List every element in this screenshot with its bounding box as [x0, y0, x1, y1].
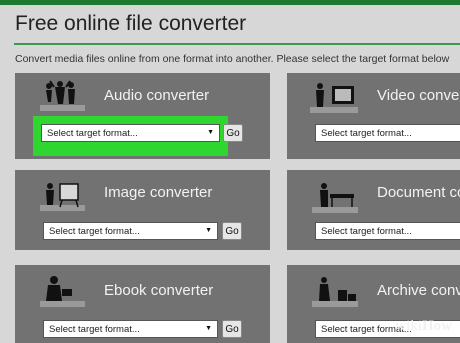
- chevron-down-icon: ▼: [207, 129, 214, 136]
- person-with-boxes-icon: [312, 277, 358, 307]
- person-with-screen-icon: [310, 83, 358, 113]
- title-divider: [14, 43, 460, 45]
- audio-go-button[interactable]: Go: [223, 124, 243, 142]
- image-format-select[interactable]: Select target format... ▼: [43, 222, 218, 240]
- audio-format-value: Select target format...: [47, 127, 138, 139]
- audio-format-select[interactable]: Select target format... ▼: [41, 124, 220, 142]
- person-at-desk-icon: [312, 183, 358, 213]
- video-converter-title: Video conver: [377, 87, 460, 104]
- document-format-value: Select target format...: [321, 225, 412, 237]
- intro-text: Convert media files online from one form…: [15, 53, 450, 65]
- archive-converter-title: Archive conv: [377, 282, 460, 299]
- audio-converter-title: Audio converter: [104, 87, 210, 104]
- person-with-easel-icon: [40, 183, 85, 211]
- person-reading-icon: [40, 276, 85, 307]
- document-converter-title: Document co: [377, 184, 460, 201]
- image-converter-title: Image converter: [104, 184, 213, 201]
- wikihow-watermark: wikiHow: [395, 318, 452, 334]
- chevron-down-icon: ▼: [205, 325, 212, 332]
- video-format-value: Select target format...: [321, 127, 412, 139]
- page-title: Free online file converter: [15, 12, 247, 35]
- image-go-button[interactable]: Go: [222, 222, 242, 240]
- image-format-value: Select target format...: [49, 225, 140, 237]
- document-format-select[interactable]: Select target format...: [315, 222, 460, 240]
- ebook-format-select[interactable]: Select target format... ▼: [43, 320, 218, 338]
- video-format-select[interactable]: Select target format...: [315, 124, 460, 142]
- ebook-go-button[interactable]: Go: [222, 320, 242, 338]
- ebook-format-value: Select target format...: [49, 323, 140, 335]
- chevron-down-icon: ▼: [205, 227, 212, 234]
- top-rule: [0, 0, 460, 5]
- ebook-converter-title: Ebook converter: [104, 282, 214, 299]
- people-dancing-icon: [40, 80, 85, 111]
